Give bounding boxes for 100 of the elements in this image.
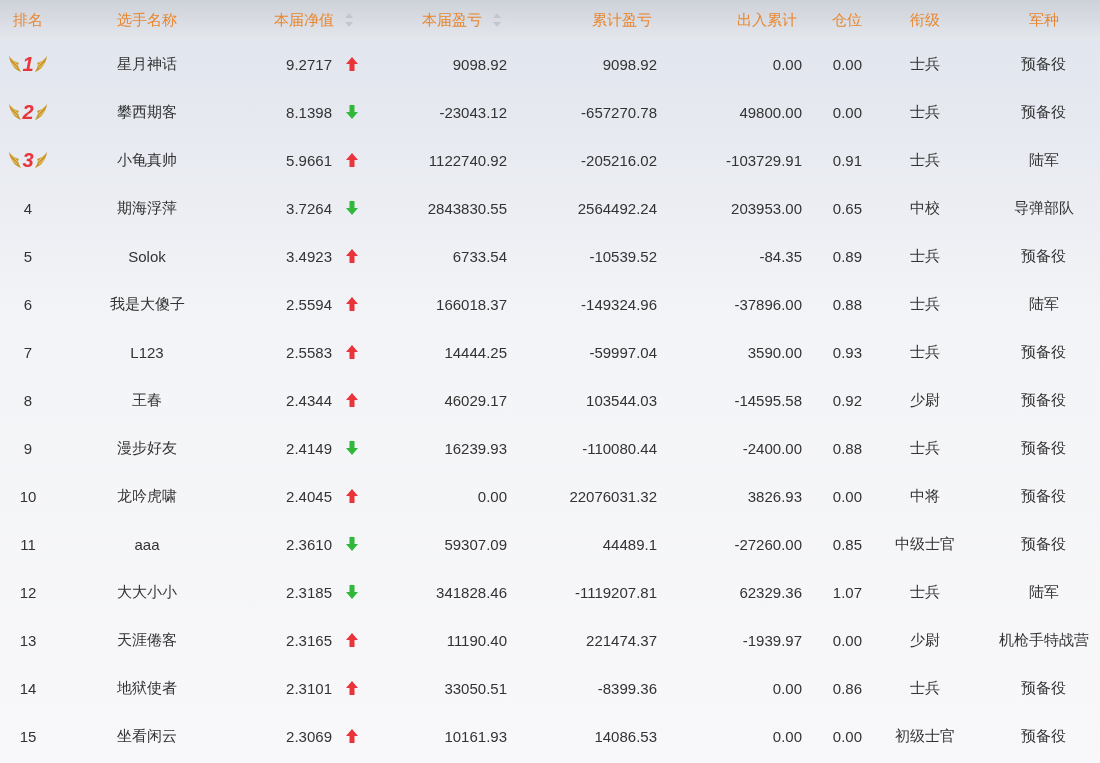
total-profit-value: -8399.36 xyxy=(597,679,657,697)
rank-number: 10 xyxy=(19,487,37,505)
profit-value: 9098.92 xyxy=(452,55,507,73)
column-header[interactable]: 衔级 xyxy=(909,10,940,30)
branch-name: 机枪手特战营 xyxy=(998,630,1089,650)
in-out-value: 3826.93 xyxy=(747,487,802,505)
column-header[interactable]: 本届净值 xyxy=(274,10,354,30)
net-value: 2.3069 xyxy=(286,727,332,745)
profit-value: 166018.37 xyxy=(436,295,507,313)
sort-icon[interactable] xyxy=(344,12,354,28)
branch-name: 预备役 xyxy=(1021,390,1066,410)
total-profit-value: -205216.02 xyxy=(581,151,657,169)
branch-name: 导弹部队 xyxy=(1013,198,1074,218)
player-name: Solok xyxy=(128,247,166,265)
column-header[interactable]: 军种 xyxy=(1028,10,1059,30)
rank-title: 士兵 xyxy=(909,678,940,698)
rank-title: 中校 xyxy=(909,198,940,218)
position-value: 0.93 xyxy=(832,343,862,361)
position-value: 0.88 xyxy=(832,295,862,313)
total-profit-value: -1119207.81 xyxy=(574,583,657,601)
in-out-value: 0.00 xyxy=(772,727,802,745)
branch-name: 预备役 xyxy=(1021,342,1066,362)
in-out-value: -2400.00 xyxy=(742,439,802,457)
in-out-value: 0.00 xyxy=(772,55,802,73)
rank-title: 士兵 xyxy=(909,246,940,266)
net-value: 8.1398 xyxy=(286,103,332,121)
profit-value: 46029.17 xyxy=(444,391,507,409)
profit-value: 16239.93 xyxy=(444,439,507,457)
column-header[interactable]: 本届盈亏 xyxy=(422,10,502,30)
rank-number: 9 xyxy=(23,439,33,457)
in-out-value: -103729.91 xyxy=(726,151,802,169)
net-value: 2.3185 xyxy=(286,583,332,601)
branch-name: 预备役 xyxy=(1021,678,1066,698)
sort-icon[interactable] xyxy=(492,12,502,28)
column-header[interactable]: 累计盈亏 xyxy=(592,10,652,30)
column-header[interactable]: 出入累计 xyxy=(737,10,797,30)
rank-number: 7 xyxy=(23,343,33,361)
player-name: 星月神话 xyxy=(117,54,177,74)
player-name: 天涯倦客 xyxy=(117,630,177,650)
rank-number: 12 xyxy=(19,583,37,601)
position-value: 0.00 xyxy=(832,727,862,745)
player-name: 地狱使者 xyxy=(117,678,177,698)
total-profit-value: 9098.92 xyxy=(602,55,657,73)
position-value: 0.00 xyxy=(832,55,862,73)
in-out-value: -84.35 xyxy=(759,247,802,265)
profit-value: 11190.40 xyxy=(446,631,507,649)
total-profit-value: 2564492.24 xyxy=(577,199,657,217)
net-value: 2.3610 xyxy=(286,535,332,553)
position-value: 1.07 xyxy=(832,583,862,601)
wing-icon xyxy=(34,54,49,74)
total-profit-value: 44489.1 xyxy=(602,535,657,553)
in-out-value: 0.00 xyxy=(772,679,802,697)
profit-value: 341828.46 xyxy=(436,583,507,601)
position-value: 0.88 xyxy=(832,439,862,457)
player-name: 期海浮萍 xyxy=(117,198,177,218)
branch-name: 预备役 xyxy=(1021,102,1066,122)
total-profit-value: -149324.96 xyxy=(581,295,657,313)
rank-number: 3 xyxy=(22,148,34,172)
column-header[interactable]: 仓位 xyxy=(832,10,862,30)
net-value: 3.4923 xyxy=(286,247,332,265)
net-value: 2.4149 xyxy=(286,439,332,457)
wing-icon xyxy=(7,102,22,122)
wing-icon xyxy=(34,102,49,122)
total-profit-value: -10539.52 xyxy=(589,247,657,265)
player-name: 大大小小 xyxy=(117,582,177,602)
profit-value: 1122740.92 xyxy=(428,151,507,169)
rank-title: 士兵 xyxy=(909,582,940,602)
column-header[interactable]: 排名 xyxy=(13,10,43,30)
rank-number: 13 xyxy=(19,631,37,649)
position-value: 0.89 xyxy=(832,247,862,265)
wing-icon xyxy=(34,150,49,170)
rank-title: 少尉 xyxy=(909,630,940,650)
position-value: 0.86 xyxy=(832,679,862,697)
in-out-value: -14595.58 xyxy=(734,391,802,409)
rank-number: 14 xyxy=(19,679,37,697)
rank-number: 2 xyxy=(22,100,34,124)
branch-name: 预备役 xyxy=(1021,726,1066,746)
in-out-value: 49800.00 xyxy=(739,103,802,121)
branch-name: 预备役 xyxy=(1021,438,1066,458)
position-value: 0.92 xyxy=(832,391,862,409)
position-value: 0.91 xyxy=(832,151,862,169)
profit-value: 10161.93 xyxy=(444,727,507,745)
column-header[interactable]: 选手名称 xyxy=(117,10,177,30)
branch-name: 预备役 xyxy=(1021,54,1066,74)
net-value: 2.5583 xyxy=(286,343,332,361)
rank-title: 中级士官 xyxy=(894,534,955,554)
branch-name: 陆军 xyxy=(1028,150,1059,170)
player-name: 龙吟虎啸 xyxy=(117,486,177,506)
branch-name: 预备役 xyxy=(1021,534,1066,554)
profit-value: 14444.25 xyxy=(444,343,507,361)
rank-title: 士兵 xyxy=(909,342,940,362)
player-name: L123 xyxy=(130,343,164,361)
in-out-value: -27260.00 xyxy=(734,535,802,553)
net-value: 2.3101 xyxy=(286,679,332,697)
total-profit-value: -657270.78 xyxy=(581,103,657,121)
position-value: 0.00 xyxy=(832,103,862,121)
player-name: 攀西期客 xyxy=(117,102,177,122)
in-out-value: 203953.00 xyxy=(731,199,802,217)
in-out-value: -1939.97 xyxy=(742,631,802,649)
player-name: 我是大傻子 xyxy=(109,294,185,314)
